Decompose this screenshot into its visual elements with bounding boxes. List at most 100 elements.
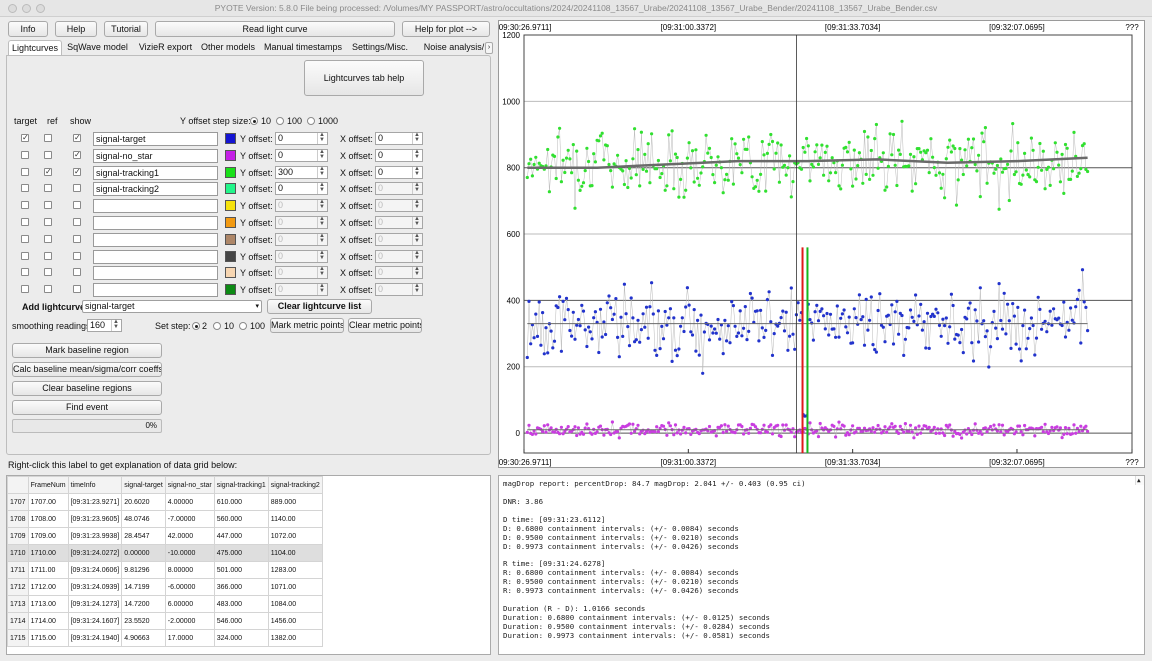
table-cell[interactable]: 28.4547 [121, 527, 166, 545]
lightcurve-color-swatch[interactable] [225, 200, 236, 212]
table-cell[interactable]: 560.000 [213, 510, 269, 528]
target-checkbox[interactable] [21, 184, 29, 193]
stepper-arrows-icon[interactable]: ▲ ▼ [412, 182, 421, 195]
table-cell[interactable]: 610.000 [213, 493, 269, 511]
lightcurve-name-field[interactable]: signal-target [93, 132, 218, 146]
table-cell[interactable]: 1072.00 [267, 527, 323, 545]
show-checkbox[interactable]: ✓ [73, 150, 81, 159]
table-row[interactable]: 1712 1712.00 [09:31:24.0939] 14.7199 -6.0000… [7, 578, 323, 596]
table-cell[interactable]: 546.000 [213, 612, 269, 630]
y-offset-spinbox[interactable]: 0 ▲ ▼ [275, 199, 328, 213]
y-step-radio-1000[interactable] [307, 117, 315, 125]
target-checkbox[interactable] [21, 150, 29, 159]
table-cell[interactable]: [09:31:23.9605] [67, 510, 123, 528]
stepper-arrows-icon[interactable]: ▲ ▼ [412, 266, 421, 279]
show-checkbox[interactable] [73, 234, 81, 243]
y-offset-spinbox[interactable]: 0 ▲ ▼ [275, 182, 328, 196]
ref-checkbox[interactable] [44, 285, 52, 294]
mark-baseline-region-button[interactable]: Mark baseline region [12, 343, 162, 358]
table-cell[interactable]: 1140.00 [267, 510, 323, 528]
mark-metric-points-button[interactable]: Mark metric points [270, 318, 344, 333]
x-offset-spinbox[interactable]: 0 ▲ ▼ [375, 283, 423, 297]
stepper-arrows-icon[interactable]: ▲ ▼ [412, 233, 421, 245]
lightcurve-color-swatch[interactable] [225, 166, 236, 178]
target-checkbox[interactable] [21, 218, 29, 226]
show-checkbox[interactable] [73, 285, 81, 294]
table-cell[interactable]: 1456.00 [267, 612, 323, 630]
lightcurve-name-field[interactable]: signal-no_star [93, 148, 218, 163]
ref-checkbox[interactable] [44, 234, 52, 243]
table-cell[interactable]: 501.000 [213, 561, 269, 579]
table-cell[interactable]: -10.0000 [164, 544, 215, 562]
grid-column-header[interactable]: signal-no_star [164, 476, 215, 494]
lightcurve-color-swatch[interactable] [225, 233, 236, 245]
table-cell[interactable]: 42.0000 [164, 527, 215, 545]
table-cell[interactable]: 475.000 [213, 544, 269, 562]
read-light-curve-button[interactable]: Read light curve [155, 21, 395, 37]
add-lightcurve-select[interactable]: signal-target ▾ [82, 300, 262, 313]
x-offset-spinbox[interactable]: 0 ▲ ▼ [375, 199, 423, 213]
target-checkbox[interactable] [21, 201, 29, 210]
table-cell[interactable]: 1711.00 [27, 561, 69, 579]
tab-other-models[interactable]: Other models [199, 40, 257, 56]
target-checkbox[interactable] [21, 285, 29, 294]
table-cell[interactable]: 1714.00 [27, 612, 69, 630]
grid-column-header[interactable]: FrameNum [27, 476, 69, 494]
table-cell[interactable]: 483.000 [213, 595, 269, 613]
table-cell[interactable]: 1104.00 [267, 544, 323, 562]
y-offset-spinbox[interactable]: 0 ▲ ▼ [275, 266, 328, 280]
table-cell[interactable]: 1710.00 [27, 544, 69, 562]
stepper-arrows-icon[interactable]: ▲ ▼ [111, 319, 120, 331]
close-window-icon[interactable] [8, 4, 17, 13]
row-header[interactable]: 1713 [7, 595, 29, 613]
row-header[interactable]: 1712 [7, 578, 29, 596]
table-cell[interactable]: 1708.00 [27, 510, 69, 528]
row-header[interactable]: 1708 [7, 510, 29, 528]
stepper-arrows-icon[interactable]: ▲ ▼ [412, 199, 421, 212]
table-cell[interactable]: 1283.00 [267, 561, 323, 579]
y-offset-spinbox[interactable]: 300 ▲ ▼ [275, 165, 328, 179]
table-cell[interactable]: 1084.00 [267, 595, 323, 613]
table-cell[interactable]: 1382.00 [267, 629, 323, 647]
show-checkbox[interactable] [73, 184, 81, 193]
table-cell[interactable]: [09:31:23.9938] [67, 527, 123, 545]
y-offset-spinbox[interactable]: 0 ▲ ▼ [275, 216, 328, 229]
set-step-radio-100[interactable] [239, 322, 247, 330]
row-header[interactable]: 1711 [7, 561, 29, 579]
show-checkbox[interactable] [73, 218, 81, 226]
row-header[interactable]: 1714 [7, 612, 29, 630]
lightcurve-color-swatch[interactable] [225, 149, 236, 161]
stepper-arrows-icon[interactable]: ▲ ▼ [317, 266, 326, 279]
table-cell[interactable]: 20.6020 [121, 493, 166, 511]
stepper-arrows-icon[interactable]: ▲ ▼ [317, 233, 326, 245]
lightcurve-color-swatch[interactable] [225, 284, 236, 296]
row-header[interactable]: 1715 [7, 629, 29, 647]
info-button[interactable]: Info [8, 21, 48, 37]
table-cell[interactable]: 9.81296 [121, 561, 166, 579]
report-text-area[interactable]: ▲ ▼ magDrop report: percentDrop: 84.7 ma… [498, 475, 1145, 655]
smoothing-readings-spinbox[interactable]: 160 ▲ ▼ [87, 319, 122, 332]
table-cell[interactable]: 1071.00 [267, 578, 323, 596]
grid-column-header[interactable]: signal-tracking2 [267, 476, 323, 494]
table-cell[interactable]: 1712.00 [27, 578, 69, 596]
target-checkbox[interactable] [21, 251, 29, 260]
tab-lightcurves[interactable]: Lightcurves [8, 40, 62, 56]
table-cell[interactable]: 17.0000 [164, 629, 215, 647]
row-header[interactable]: 1710 [7, 544, 29, 562]
tab-vizier-export[interactable]: VizieR export [136, 40, 195, 56]
help-for-plot-button[interactable]: Help for plot --> [402, 21, 490, 37]
lightcurve-name-field[interactable] [93, 266, 218, 281]
clear-lightcurve-list-button[interactable]: Clear lightcurve list [267, 299, 372, 314]
table-cell[interactable]: 4.90663 [121, 629, 166, 647]
lightcurves-tab-help-button[interactable]: Lightcurves tab help [304, 60, 424, 96]
clear-baseline-regions-button[interactable]: Clear baseline regions [12, 381, 162, 396]
ref-checkbox[interactable] [44, 150, 52, 159]
ref-checkbox[interactable] [44, 251, 52, 260]
stepper-arrows-icon[interactable]: ▲ ▼ [412, 250, 421, 262]
table-row[interactable]: 1708 1708.00 [09:31:23.9605] 48.0746 -7.0000… [7, 510, 323, 528]
x-offset-spinbox[interactable]: 0 ▲ ▼ [375, 165, 423, 179]
table-cell[interactable]: [09:31:23.9271] [67, 493, 123, 511]
x-offset-spinbox[interactable]: 0 ▲ ▼ [375, 132, 423, 145]
table-cell[interactable]: [09:31:24.1940] [67, 629, 123, 647]
table-cell[interactable]: 1715.00 [27, 629, 69, 647]
